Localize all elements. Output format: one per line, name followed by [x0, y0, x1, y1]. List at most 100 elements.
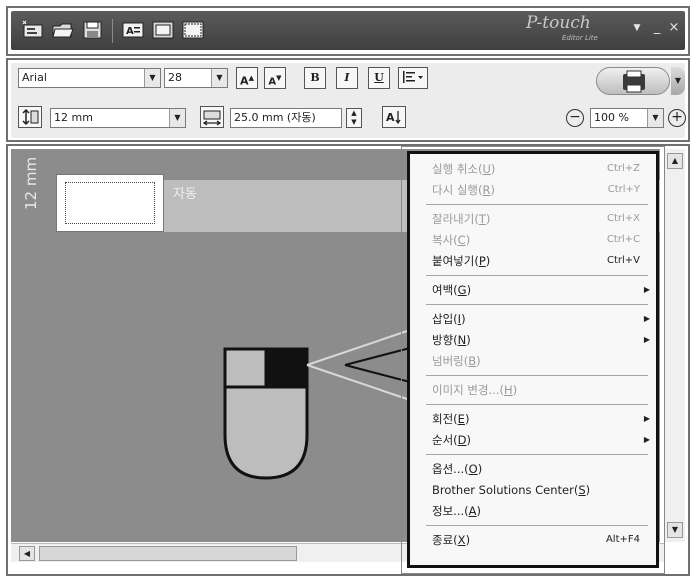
chevron-down-icon[interactable]: ▼ [629, 23, 645, 33]
menu-item-access-key: U [482, 162, 491, 176]
menu-item-s[interactable]: Brother Solutions Center(S) [410, 480, 656, 500]
print-button[interactable] [596, 67, 670, 95]
menu-item-text: 붙여넣기 [432, 254, 475, 268]
menu-item-accelerator: (B) [463, 354, 481, 368]
grow-font-button[interactable]: A▲ [236, 67, 258, 89]
menu-item-n[interactable]: 방향(N) ▶ [410, 330, 656, 350]
menu-item-accelerator: (I) [453, 312, 466, 326]
font-name-select[interactable]: Arial ▼ [18, 68, 161, 88]
menu-item-label: 방향(N) [432, 330, 471, 350]
menu-item-u[interactable]: 실행 취소(U) Ctrl+Z [410, 159, 656, 179]
svg-text:A: A [126, 26, 134, 37]
chevron-down-icon[interactable]: ▼ [144, 69, 160, 87]
menu-item-access-key: D [457, 433, 467, 447]
chevron-down-icon[interactable]: ▼ [211, 69, 227, 87]
menu-item-e[interactable]: 회전(E) ▶ [410, 409, 656, 429]
save-icon[interactable] [81, 19, 105, 41]
menu-item-label: 다시 실행(R) [432, 180, 495, 200]
menu-item-access-key: P [478, 254, 486, 268]
menu-item-access-key: S [578, 483, 586, 497]
auto-fit-button[interactable]: A [382, 106, 406, 128]
menu-item-label: 옵션...(O) [432, 459, 482, 479]
menu-item-i[interactable]: 삽입(I) ▶ [410, 309, 656, 329]
label-length-input[interactable]: 25.0 mm (자동) [230, 108, 342, 128]
menu-item-accelerator: (E) [453, 412, 470, 426]
text-fit-icon: A [386, 111, 401, 125]
menu-item-text: 잘라내기 [432, 212, 475, 226]
submenu-arrow-icon: ▶ [643, 435, 650, 444]
menu-item-accelerator: (G) [453, 283, 472, 297]
underline-button[interactable]: U [368, 67, 390, 89]
label-preview[interactable] [56, 174, 164, 232]
menu-item-r[interactable]: 다시 실행(R) Ctrl+Y [410, 180, 656, 200]
zoom-in-button[interactable]: + [668, 109, 686, 127]
chevron-down-icon[interactable]: ▼ [169, 109, 185, 127]
minimize-button[interactable]: _ [649, 20, 665, 35]
menu-item-g[interactable]: 여백(G) ▶ [410, 280, 656, 300]
menu-separator [426, 304, 648, 305]
menu-item-x[interactable]: 종료(X) Alt+F4 [410, 530, 656, 550]
print-options-dropdown[interactable]: ▼ [671, 67, 685, 95]
menu-item-access-key: X [457, 533, 466, 547]
shrink-font-button[interactable]: A▼ [264, 67, 286, 89]
new-label-icon[interactable] [21, 19, 45, 41]
menu-item-access-key: R [482, 183, 491, 197]
zoom-out-button[interactable]: − [566, 109, 584, 127]
tape-width-icon [18, 106, 42, 128]
menu-item-a[interactable]: 정보...(A) [410, 501, 656, 521]
length-spinner[interactable]: ▲ ▼ [346, 108, 362, 128]
menu-item-access-key: C [457, 233, 466, 247]
printer-icon [623, 70, 645, 93]
scroll-up-icon[interactable]: ▲ [667, 153, 683, 169]
menu-item-p[interactable]: 붙여넣기(P) Ctrl+V [410, 251, 656, 271]
menu-item-label: 복사(C) [432, 230, 470, 250]
chevron-down-icon[interactable]: ▼ [647, 109, 663, 127]
menu-item-text: 순서 [432, 433, 454, 447]
font-size-select[interactable]: 28 ▼ [164, 68, 228, 88]
menu-item-accelerator: (N) [453, 333, 471, 347]
menu-item-text: 정보... [432, 504, 465, 518]
menu-item-text: 종료 [432, 533, 454, 547]
text-icon[interactable]: A [121, 19, 145, 41]
scroll-thumb[interactable] [39, 546, 297, 561]
bold-button[interactable]: B [304, 67, 326, 89]
zoom-select[interactable]: 100 % ▼ [590, 108, 664, 128]
menu-item-b[interactable]: 넘버링(B) [410, 351, 656, 371]
title-bar: A P-touch Editor Lite ▼ _ × [11, 11, 685, 50]
menu-item-access-key: E [457, 412, 465, 426]
tape-width-select[interactable]: 12 mm ▼ [50, 108, 186, 128]
menu-item-c[interactable]: 복사(C) Ctrl+C [410, 230, 656, 250]
menu-item-d[interactable]: 순서(D) ▶ [410, 430, 656, 450]
menu-item-text: 옵션... [432, 462, 465, 476]
menu-item-accelerator: (U) [477, 162, 496, 176]
menu-separator [426, 404, 648, 405]
menu-item-accelerator: (O) [464, 462, 483, 476]
frame-icon[interactable] [151, 19, 175, 41]
scroll-down-icon[interactable]: ▼ [667, 522, 683, 538]
italic-button[interactable]: I [336, 67, 358, 89]
menu-item-h[interactable]: 이미지 변경...(H) [410, 380, 656, 400]
label-length-icon [200, 106, 224, 128]
menu-item-o[interactable]: 옵션...(O) [410, 459, 656, 479]
menu-item-label: 순서(D) [432, 430, 471, 450]
menu-item-text: 삽입 [432, 312, 454, 326]
scroll-left-icon[interactable]: ◀ [19, 546, 35, 561]
font-size-value: 28 [168, 71, 182, 84]
open-folder-icon[interactable] [51, 19, 75, 41]
menu-item-label: 실행 취소(U) [432, 159, 495, 179]
menu-item-label: Brother Solutions Center(S) [432, 480, 590, 500]
chevron-down-icon: ▼ [674, 76, 682, 85]
menu-item-access-key: A [468, 504, 477, 518]
align-menu-button[interactable] [398, 67, 428, 89]
menu-item-label: 종료(X) [432, 530, 470, 550]
close-button[interactable]: × [666, 20, 682, 35]
image-icon[interactable] [181, 19, 205, 41]
vertical-scrollbar[interactable]: ▲ ▼ [664, 149, 685, 542]
menu-item-label: 정보...(A) [432, 501, 481, 521]
text-object-placeholder[interactable] [65, 182, 155, 224]
submenu-arrow-icon: ▶ [643, 414, 650, 423]
menu-item-text: 넘버링 [432, 354, 464, 368]
menu-item-label: 삽입(I) [432, 309, 466, 329]
menu-item-t[interactable]: 잘라내기(T) Ctrl+X [410, 209, 656, 229]
menu-item-shortcut: Alt+F4 [605, 534, 640, 545]
